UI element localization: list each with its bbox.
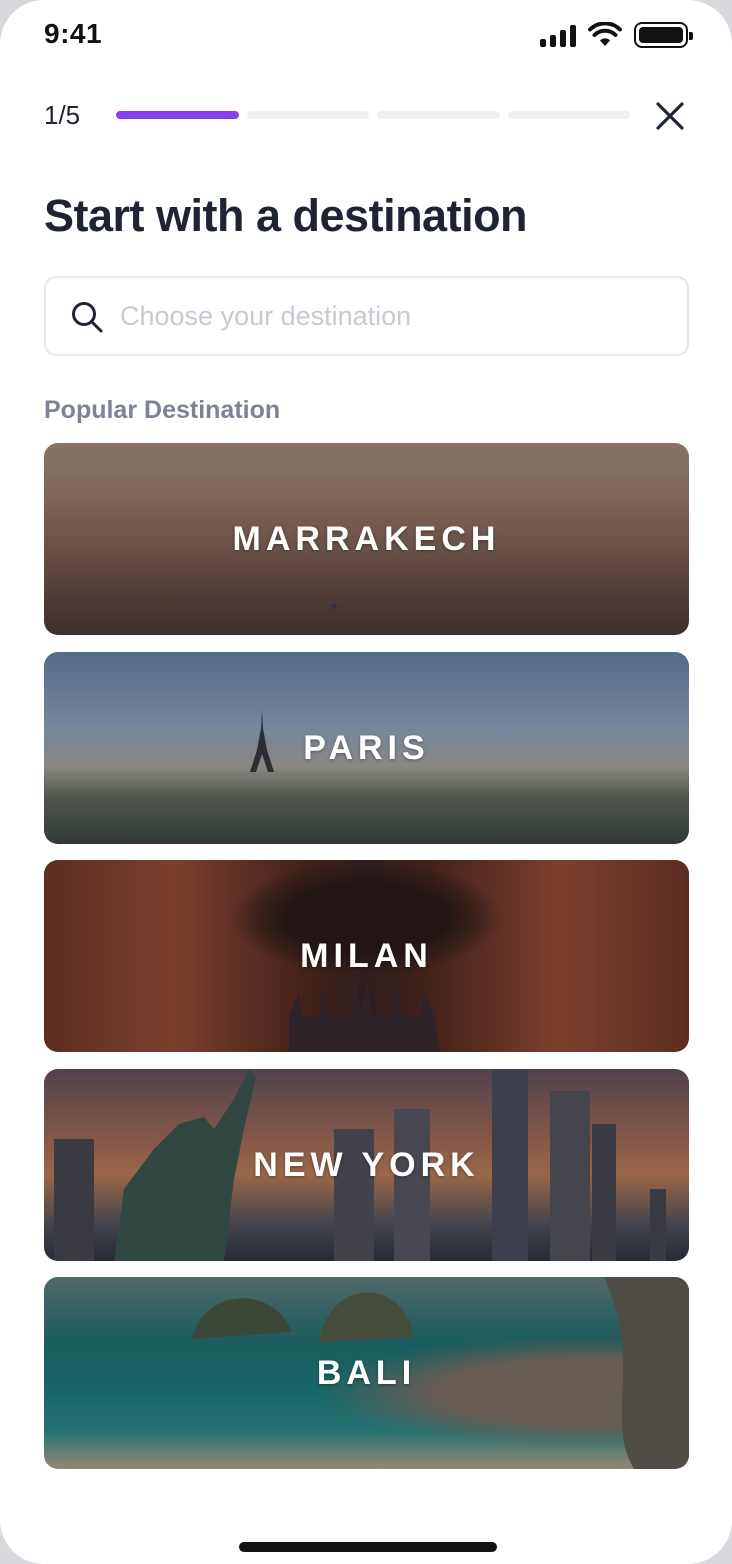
home-indicator: [239, 1542, 497, 1552]
search-input[interactable]: [120, 290, 670, 342]
cellular-signal-icon: [540, 23, 576, 47]
status-time: 9:41: [44, 18, 103, 49]
section-label-popular: Popular Destination: [44, 396, 281, 424]
progress-segment-1: [116, 111, 239, 119]
close-button[interactable]: [648, 94, 692, 138]
status-icons: [540, 22, 693, 48]
close-icon: [656, 102, 684, 130]
page-title: Start with a destination: [44, 190, 528, 241]
search-icon: [72, 302, 103, 333]
destination-name: MARRAKECH: [232, 519, 501, 558]
app-screen: 9:41 1/5 Start with a destination Choose…: [0, 0, 732, 1564]
battery-icon: [634, 22, 693, 48]
destination-card-paris[interactable]: PARIS: [44, 652, 689, 844]
step-counter: 1/5: [44, 100, 81, 130]
status-bar: 9:41: [0, 0, 732, 72]
destination-name: NEW YORK: [253, 1145, 480, 1184]
destination-name: BALI: [316, 1353, 417, 1392]
destination-name: PARIS: [303, 728, 430, 767]
progress-bar: [116, 111, 630, 119]
destination-card-milan[interactable]: MILAN: [44, 860, 689, 1052]
progress-segment-4: [507, 111, 630, 119]
destination-card-new-york[interactable]: NEW YORK: [44, 1069, 689, 1261]
destination-name: MILAN: [300, 936, 433, 975]
destination-card-marrakech[interactable]: MARRAKECH: [44, 443, 689, 635]
wifi-icon: [588, 22, 622, 46]
progress-segment-2: [246, 111, 369, 119]
destination-card-bali[interactable]: BALI: [44, 1277, 689, 1469]
progress-segment-3: [377, 111, 500, 119]
search-box[interactable]: [44, 276, 689, 356]
